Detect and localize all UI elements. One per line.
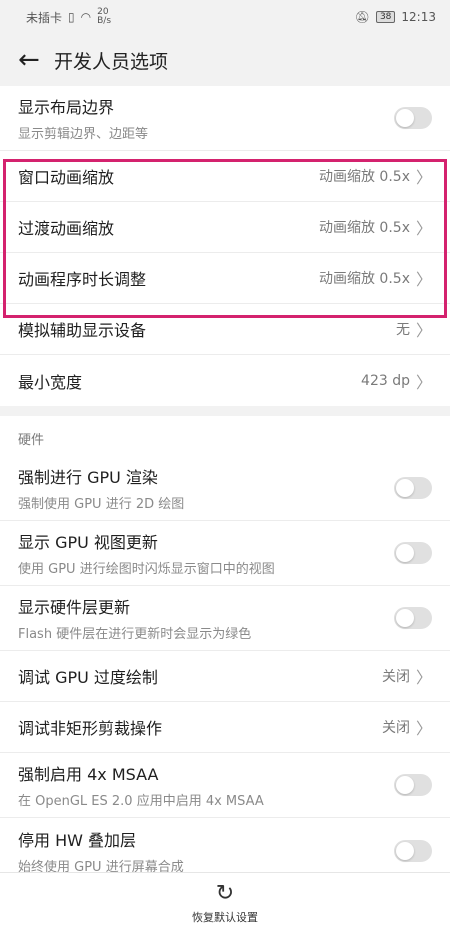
- battery-icon: 38: [375, 11, 396, 23]
- chevron-right-icon: 〉: [415, 321, 432, 340]
- setting-label: 显示硬件层更新: [18, 598, 131, 617]
- setting-label: 最小宽度: [18, 372, 83, 392]
- setting-label: 显示布局边界: [18, 98, 115, 117]
- setting-label: 显示 GPU 视图更新: [18, 533, 158, 552]
- setting-label: 调试非矩形剪裁操作: [18, 719, 163, 738]
- force-gpu-toggle[interactable]: [394, 477, 432, 499]
- setting-subtitle: 显示剪辑边界、边距等: [18, 127, 149, 142]
- reset-defaults-button[interactable]: 恢复默认设置: [192, 909, 258, 925]
- settings-group-display: 显示布局边界 显示剪辑边界、边距等 窗口动画缩放 动画缩放 0.5x 〉 过渡动画…: [0, 86, 450, 406]
- setting-label: 停用 HW 叠加层: [18, 830, 137, 850]
- setting-window-animation-scale[interactable]: 窗口动画缩放 动画缩放 0.5x 〉: [0, 151, 450, 202]
- app-bar: ← 开发人员选项: [0, 34, 450, 86]
- layout-bounds-toggle[interactable]: [394, 107, 432, 129]
- setting-subtitle: 强制使用 GPU 进行 2D 绘图: [18, 497, 185, 512]
- section-header-hardware: 硬件: [0, 416, 450, 456]
- setting-label: 窗口动画缩放: [18, 168, 115, 187]
- carrier-text: 未插卡: [26, 10, 63, 25]
- chevron-right-icon: 〉: [415, 719, 432, 738]
- setting-label: 模拟辅助显示设备: [18, 321, 147, 340]
- setting-subtitle: Flash 硬件层在进行更新时会显示为绿色: [18, 627, 252, 642]
- setting-value: 动画缩放 0.5x 〉: [319, 215, 432, 239]
- page-title: 开发人员选项: [54, 50, 169, 73]
- setting-label: 强制启用 4x MSAA: [18, 765, 159, 784]
- sim-icon: ▯: [68, 10, 75, 24]
- back-arrow-icon[interactable]: ←: [18, 47, 54, 73]
- setting-force-gpu-rendering[interactable]: 强制进行 GPU 渲染 强制使用 GPU 进行 2D 绘图: [0, 456, 450, 521]
- setting-value: 动画缩放 0.5x 〉: [319, 266, 432, 290]
- setting-subtitle: 使用 GPU 进行绘图时闪烁显示窗口中的视图: [18, 562, 275, 577]
- setting-subtitle: 在 OpenGL ES 2.0 应用中启用 4x MSAA: [18, 794, 264, 809]
- clock: 12:13: [401, 10, 436, 24]
- chevron-right-icon: 〉: [415, 270, 432, 289]
- setting-debug-non-rect-clip[interactable]: 调试非矩形剪裁操作 关闭〉: [0, 702, 450, 753]
- mute-icon: 🔕︎: [354, 10, 370, 24]
- chevron-right-icon: 〉: [415, 372, 432, 392]
- chevron-right-icon: 〉: [415, 168, 432, 187]
- hw-overlays-toggle[interactable]: [394, 839, 432, 862]
- setting-value: 关闭〉: [382, 664, 432, 688]
- bottom-bar: ↻ 恢复默认设置: [0, 872, 450, 935]
- wifi-icon: ◠: [80, 10, 92, 24]
- setting-label: 调试 GPU 过度绘制: [18, 668, 158, 687]
- setting-smallest-width[interactable]: 最小宽度 423 dp 〉: [0, 355, 450, 406]
- hw-layer-updates-toggle[interactable]: [394, 607, 432, 629]
- setting-value: 423 dp 〉: [361, 369, 432, 393]
- setting-show-hardware-layer-updates[interactable]: 显示硬件层更新 Flash 硬件层在进行更新时会显示为绿色: [0, 586, 450, 651]
- setting-force-4x-msaa[interactable]: 强制启用 4x MSAA 在 OpenGL ES 2.0 应用中启用 4x MS…: [0, 753, 450, 818]
- setting-debug-gpu-overdraw[interactable]: 调试 GPU 过度绘制 关闭〉: [0, 651, 450, 702]
- msaa-toggle[interactable]: [394, 774, 432, 796]
- setting-transition-animation-scale[interactable]: 过渡动画缩放 动画缩放 0.5x 〉: [0, 202, 450, 253]
- gpu-view-updates-toggle[interactable]: [394, 542, 432, 564]
- setting-label: 动画程序时长调整: [18, 270, 147, 289]
- status-bar: 未插卡 ▯ ◠ 20 B/s 🔕︎ 38 12:13: [0, 0, 450, 34]
- chevron-right-icon: 〉: [415, 219, 432, 238]
- network-speed: 20 B/s: [97, 7, 112, 26]
- setting-animator-duration-scale[interactable]: 动画程序时长调整 动画缩放 0.5x 〉: [0, 253, 450, 304]
- setting-simulate-secondary-display[interactable]: 模拟辅助显示设备 无〉: [0, 304, 450, 355]
- setting-show-layout-bounds[interactable]: 显示布局边界 显示剪辑边界、边距等: [0, 86, 450, 151]
- settings-group-hardware: 强制进行 GPU 渲染 强制使用 GPU 进行 2D 绘图 显示 GPU 视图更…: [0, 456, 450, 883]
- reset-icon[interactable]: ↻: [216, 883, 234, 905]
- setting-label: 过渡动画缩放: [18, 219, 115, 238]
- setting-value: 无〉: [396, 317, 432, 341]
- setting-value: 关闭〉: [382, 715, 432, 739]
- chevron-right-icon: 〉: [415, 668, 432, 687]
- setting-show-gpu-view-updates[interactable]: 显示 GPU 视图更新 使用 GPU 进行绘图时闪烁显示窗口中的视图: [0, 521, 450, 586]
- setting-value: 动画缩放 0.5x 〉: [319, 164, 432, 188]
- setting-label: 强制进行 GPU 渲染: [18, 468, 158, 487]
